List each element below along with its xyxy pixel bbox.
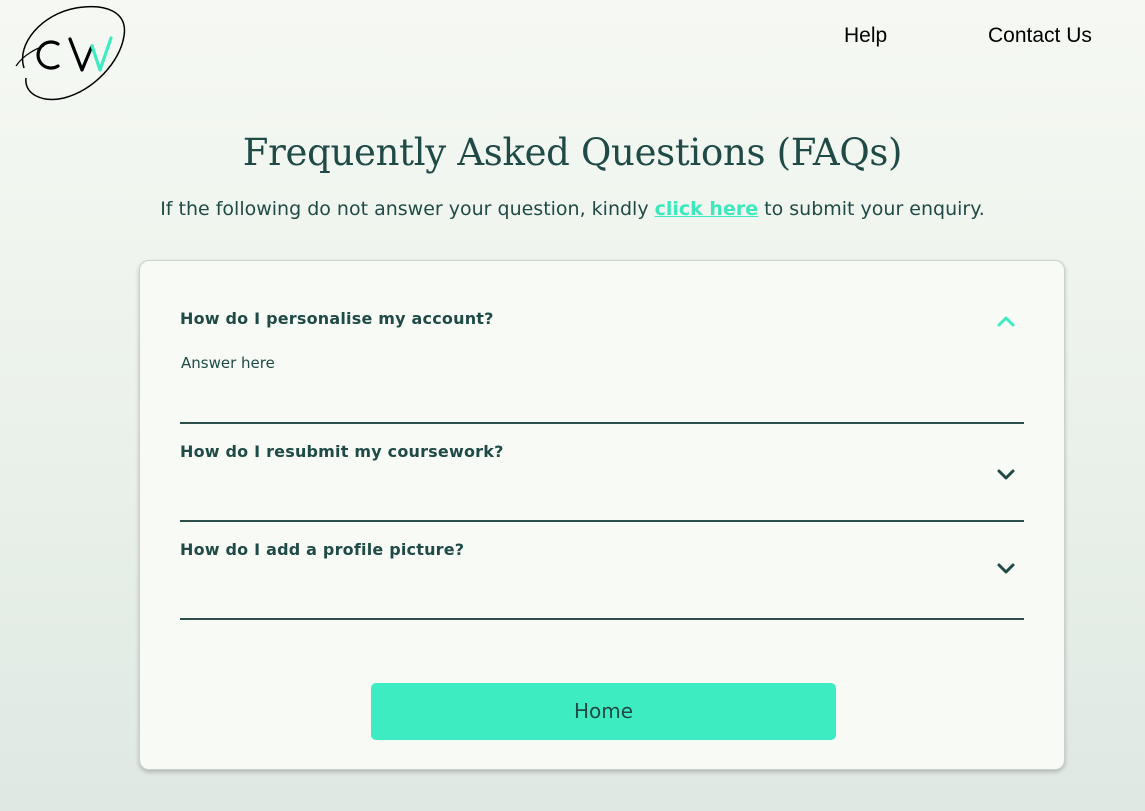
faq-question[interactable]: How do I add a profile picture? (180, 540, 464, 559)
faq-question[interactable]: How do I resubmit my coursework? (180, 442, 504, 461)
page-subtitle: If the following do not answer your ques… (0, 198, 1145, 220)
faq-question[interactable]: How do I personalise my account? (180, 309, 494, 328)
chevron-down-icon[interactable] (995, 560, 1017, 576)
faq-answer: Answer here (181, 354, 275, 372)
faq-item-resubmit-coursework: How do I resubmit my coursework? (180, 442, 1024, 522)
chevron-up-icon[interactable] (995, 313, 1017, 329)
home-button[interactable]: Home (371, 683, 836, 740)
faq-item-personalise-account: How do I personalise my account? Answer … (180, 309, 1024, 424)
subtitle-text-before: If the following do not answer your ques… (160, 198, 655, 220)
subtitle-text-after: to submit your enquiry. (758, 198, 985, 220)
nav-contact-us-link[interactable]: Contact Us (988, 24, 1092, 48)
enquiry-link[interactable]: click here (655, 198, 758, 220)
faq-item-add-profile-picture: How do I add a profile picture? (180, 540, 1024, 620)
chevron-down-icon[interactable] (995, 466, 1017, 482)
page-title: Frequently Asked Questions (FAQs) (242, 131, 903, 174)
nav-help-link[interactable]: Help (844, 24, 887, 48)
faq-card: How do I personalise my account? Answer … (139, 260, 1065, 770)
cw-logo[interactable] (14, 4, 130, 102)
